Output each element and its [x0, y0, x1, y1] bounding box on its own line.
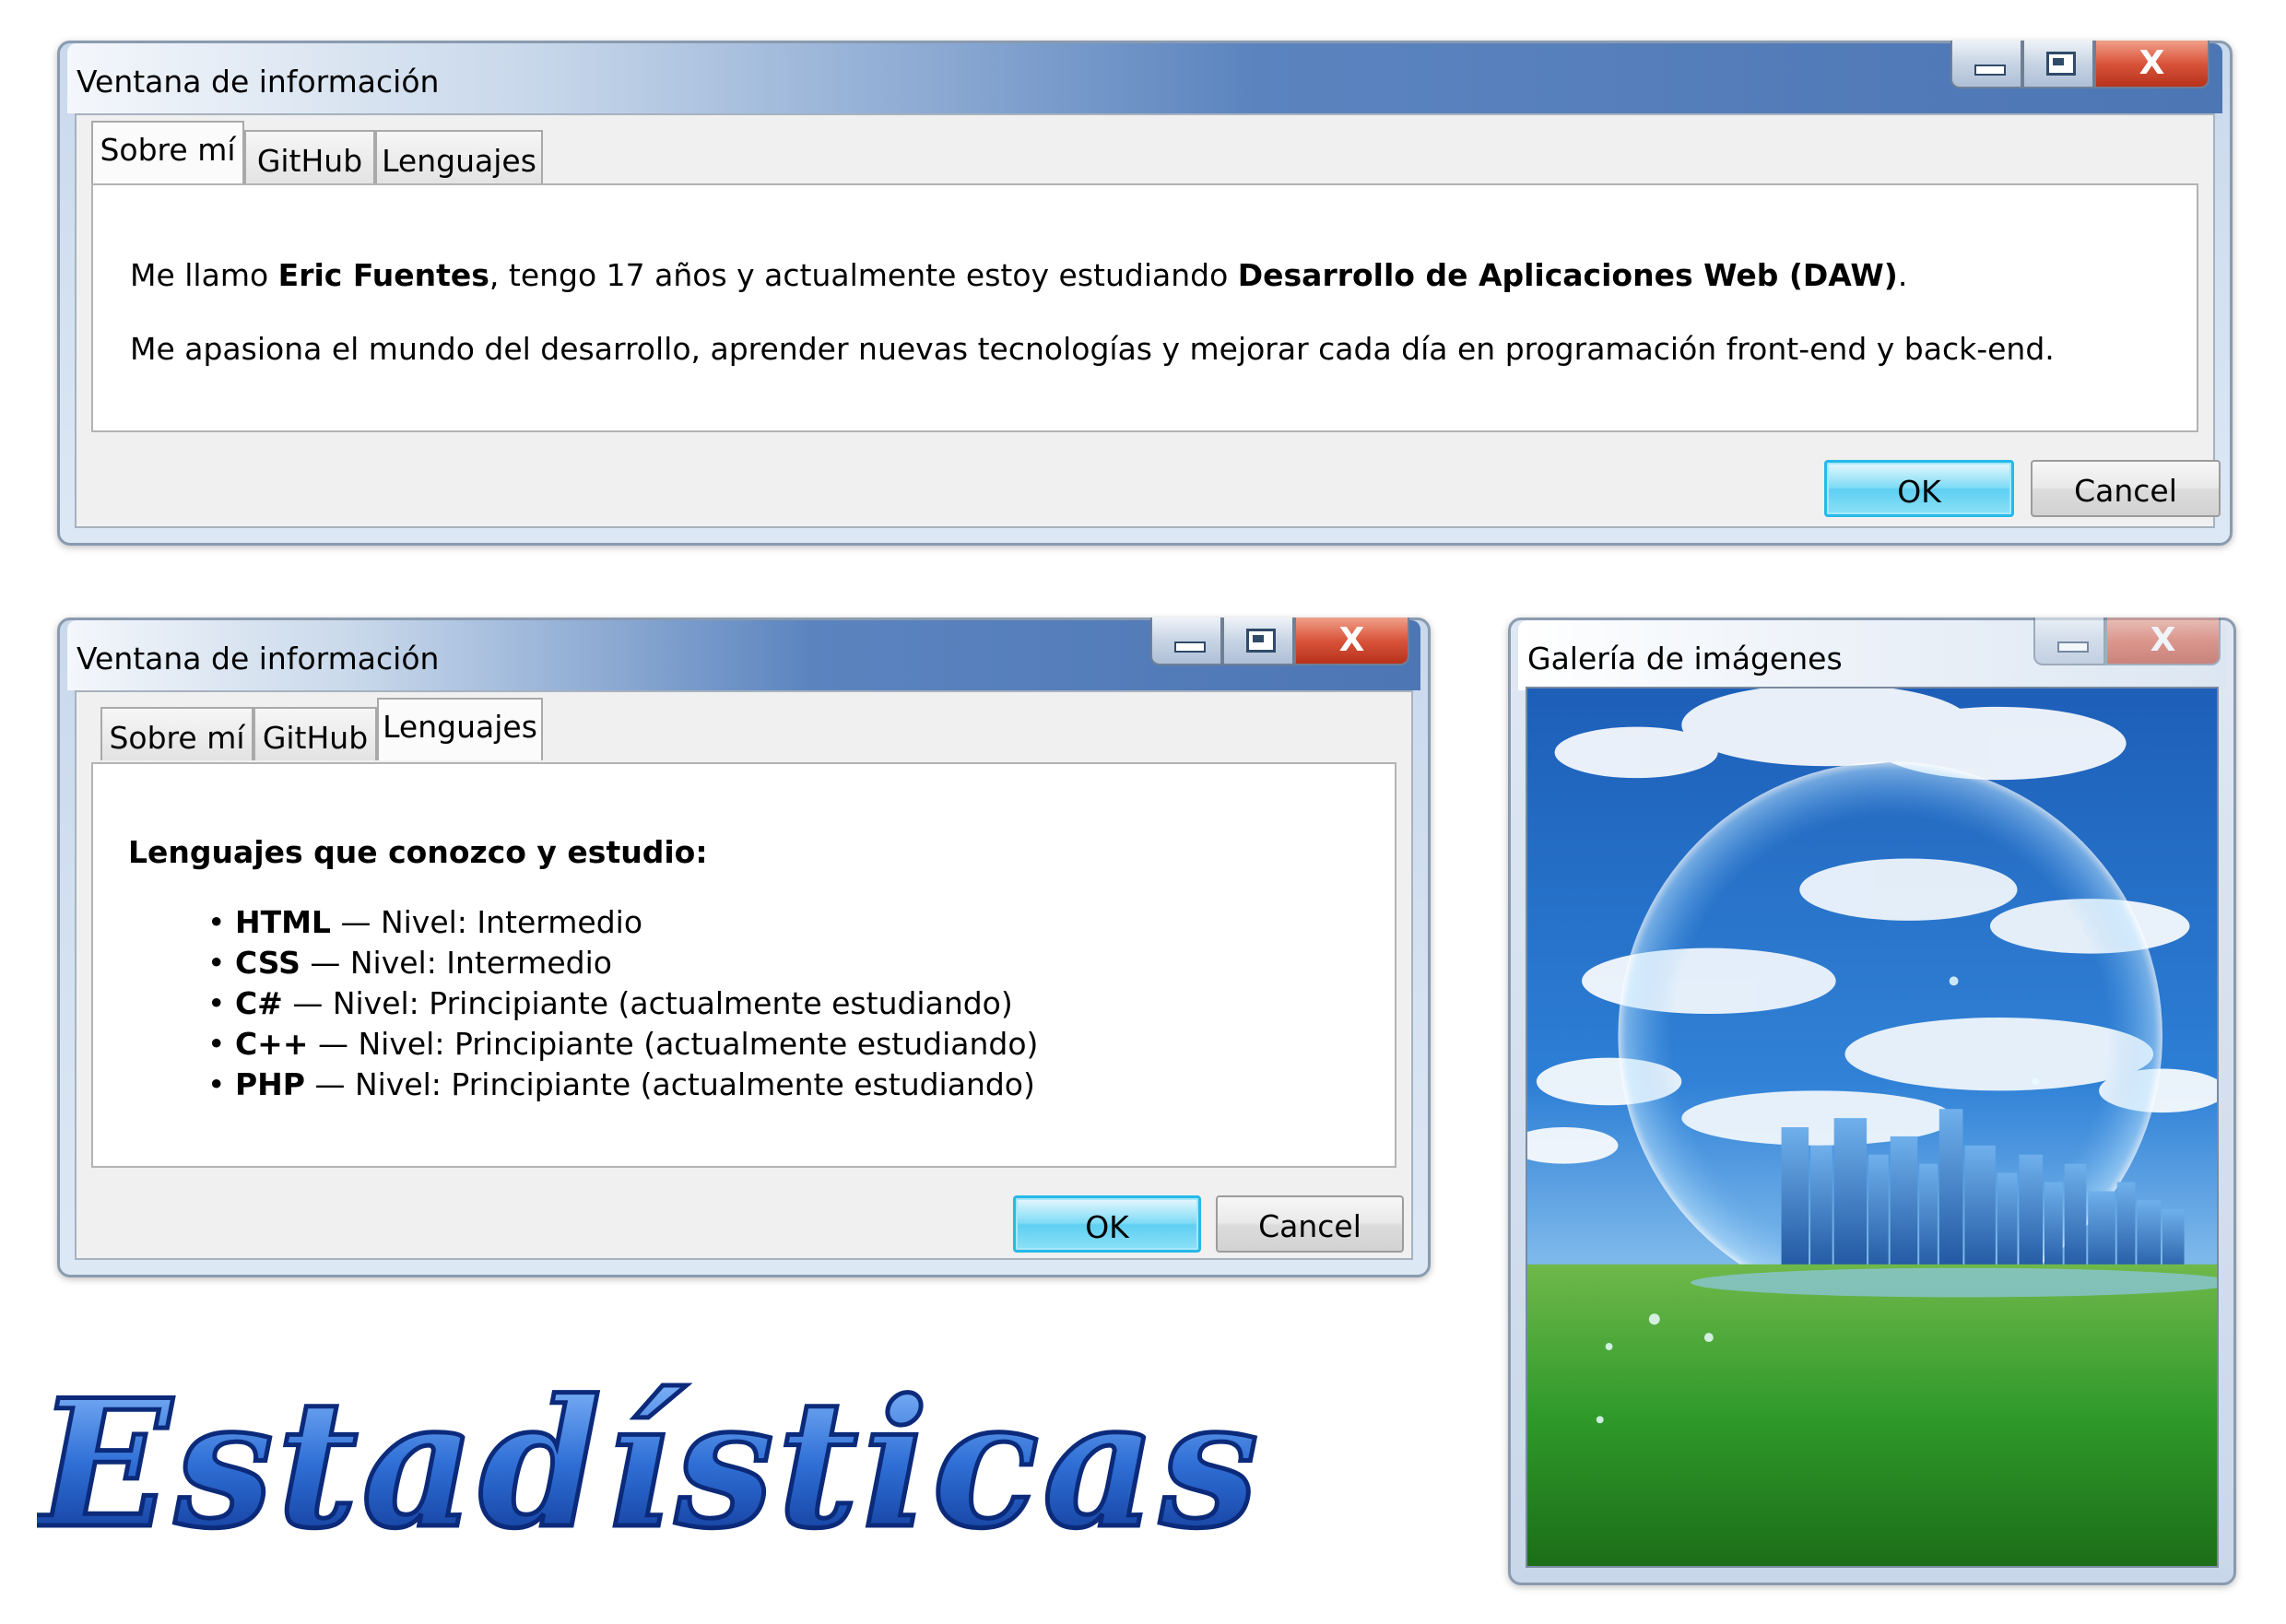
bullet: • — [207, 1026, 226, 1062]
tab-sobre-mi[interactable]: Sobre mí — [100, 707, 253, 760]
estadisticas-logo: Estadísticas — [37, 1359, 1262, 1570]
language-item: • C# — Nivel: Principiante (actualmente … — [207, 985, 1038, 1026]
minimize-button[interactable] — [2033, 618, 2105, 665]
close-button[interactable]: X — [1294, 618, 1409, 665]
language-level: — Nivel: Intermedio — [330, 904, 643, 940]
about-line-1: Me llamo Eric Fuentes, tengo 17 años y a… — [130, 257, 1907, 293]
fantasy-city-image — [1527, 688, 2217, 1566]
languages-list: • HTML — Nivel: Intermedio • CSS — Nivel… — [207, 904, 1038, 1107]
window-title: Ventana de información — [77, 641, 440, 677]
minimize-button[interactable] — [1150, 618, 1222, 665]
language-name: C++ — [234, 1026, 309, 1062]
close-button[interactable]: X — [2094, 41, 2209, 88]
language-level: — Nivel: Principiante (actualmente estud… — [308, 1026, 1039, 1062]
language-item: • CSS — Nivel: Intermedio — [207, 945, 1038, 985]
cancel-button[interactable]: Cancel — [2031, 460, 2221, 517]
minimize-icon — [1974, 65, 2006, 76]
about-course: Desarrollo de Aplicaciones Web (DAW) — [1237, 257, 1898, 293]
language-level: — Nivel: Intermedio — [300, 945, 612, 981]
gallery-window: Galería de imágenes X — [1508, 618, 2236, 1585]
about-line-2: Me apasiona el mundo del desarrollo, apr… — [130, 331, 2055, 367]
bullet: • — [207, 985, 226, 1021]
ok-button[interactable]: OK — [1013, 1195, 1201, 1253]
maximize-icon — [2046, 52, 2076, 76]
language-item: • PHP — Nivel: Principiante (actualmente… — [207, 1066, 1038, 1107]
language-item: • C++ — Nivel: Principiante (actualmente… — [207, 1026, 1038, 1066]
about-name: Eric Fuentes — [277, 257, 489, 293]
tab-sobre-mi[interactable]: Sobre mí — [91, 121, 244, 183]
close-icon: X — [2150, 621, 2176, 659]
maximize-button[interactable] — [2022, 41, 2094, 88]
about-text: . — [1897, 257, 1908, 293]
language-name: PHP — [234, 1066, 305, 1102]
languages-heading: Lenguajes que conozco y estudio: — [128, 834, 708, 870]
close-button[interactable]: X — [2105, 618, 2221, 665]
info-window-about: Ventana de información X Sobre mí GitHub… — [57, 41, 2233, 546]
about-text: , tengo 17 años y actualmente estoy estu… — [489, 257, 1238, 293]
gallery-image[interactable] — [1526, 687, 2219, 1568]
dialog-client-area: Sobre mí GitHub Lenguajes Me llamo Eric … — [75, 113, 2221, 528]
tab-github[interactable]: GitHub — [253, 707, 377, 760]
bullet: • — [207, 1066, 226, 1102]
tab-panel-about: Me llamo Eric Fuentes, tengo 17 años y a… — [91, 183, 2198, 432]
close-icon: X — [1338, 621, 1365, 659]
cancel-button[interactable]: Cancel — [1216, 1195, 1404, 1253]
maximize-icon — [1246, 629, 1276, 653]
title-bar[interactable]: Ventana de información — [67, 43, 2222, 113]
maximize-button[interactable] — [1222, 618, 1294, 665]
language-item: • HTML — Nivel: Intermedio — [207, 904, 1038, 945]
logo-text: Estadísticas — [37, 1361, 1262, 1567]
window-title: Ventana de información — [77, 64, 440, 100]
tab-panel-languages: Lenguajes que conozco y estudio: • HTML … — [91, 762, 1396, 1168]
tab-lenguajes[interactable]: Lenguajes — [377, 698, 543, 760]
language-name: HTML — [234, 904, 331, 940]
language-name: C# — [234, 985, 283, 1021]
tab-lenguajes[interactable]: Lenguajes — [375, 130, 543, 183]
close-icon: X — [2139, 44, 2165, 82]
ok-button[interactable]: OK — [1824, 460, 2014, 517]
bullet: • — [207, 945, 226, 981]
bullet: • — [207, 904, 226, 940]
minimize-icon — [1174, 641, 1206, 653]
info-window-languages: Ventana de información X Sobre mí GitHub… — [57, 618, 1431, 1277]
window-title: Galería de imágenes — [1527, 641, 1843, 677]
language-name: CSS — [234, 945, 300, 981]
minimize-button[interactable] — [1950, 41, 2022, 88]
dialog-client-area: Sobre mí GitHub Lenguajes Lenguajes que … — [75, 690, 1413, 1260]
tab-github[interactable]: GitHub — [244, 130, 375, 183]
language-level: — Nivel: Principiante (actualmente estud… — [282, 985, 1013, 1021]
minimize-icon — [2057, 641, 2089, 653]
language-level: — Nivel: Principiante (actualmente estud… — [304, 1066, 1035, 1102]
about-text: Me llamo — [130, 257, 278, 293]
